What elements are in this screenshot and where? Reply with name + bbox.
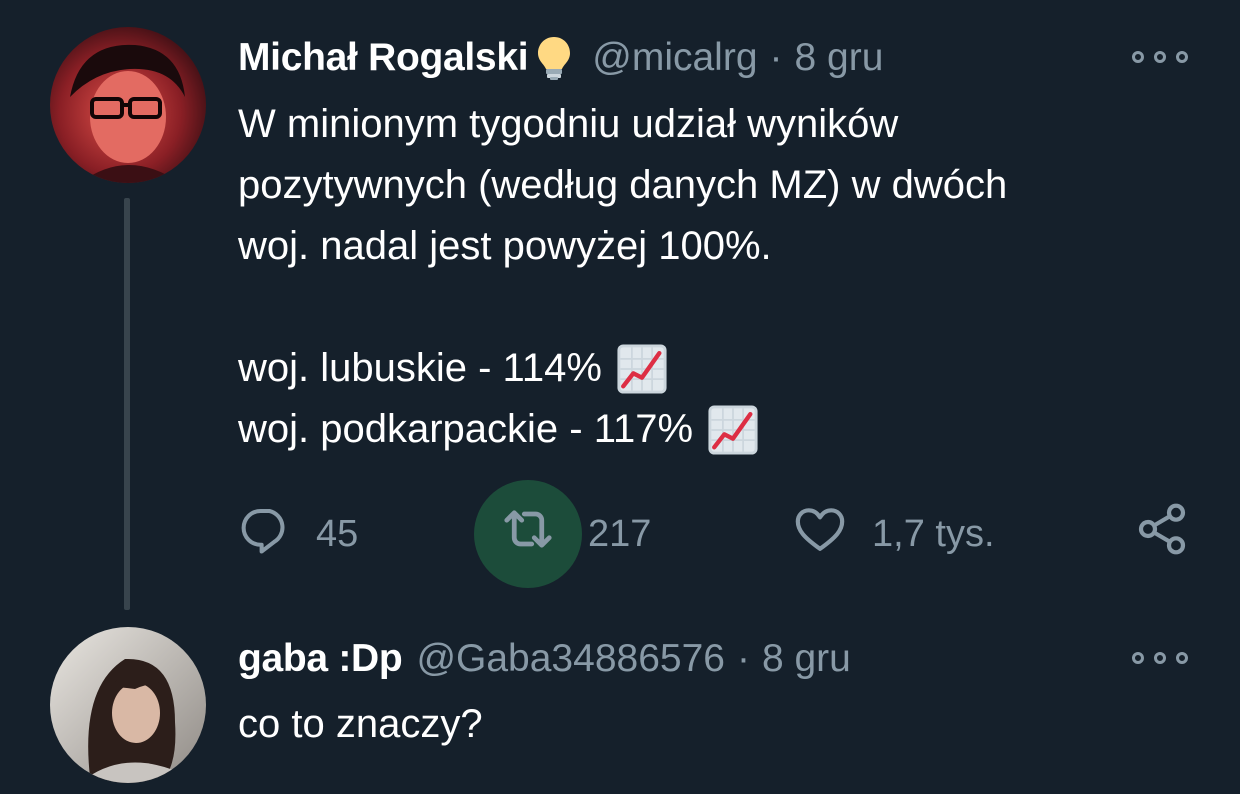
chart-increasing-icon	[616, 343, 668, 395]
tweet-text-line: woj. nadal jest powyżej 100%.	[238, 224, 772, 268]
retweet-icon	[498, 499, 558, 569]
avatar-michal-rogalski[interactable]	[50, 27, 206, 183]
separator-dot: ·	[769, 36, 783, 79]
thread-connector-line	[124, 198, 130, 610]
tweet-header: Michał Rogalski @micalrg · 8 gru	[238, 30, 883, 86]
tweet-header: gaba :Dp @Gaba34886576 · 8 gru	[238, 631, 851, 687]
tweet-body: co to znaczy?	[238, 694, 483, 755]
separator-dot: ·	[736, 637, 750, 680]
chart-increasing-icon	[707, 404, 759, 456]
retweet-highlight	[474, 480, 582, 588]
tweet-date[interactable]: 8 gru	[795, 36, 884, 80]
tweet-text-line: woj. podkarpackie - 117%	[238, 399, 1007, 460]
tweet-body: W minionym tygodniu udział wyników pozyt…	[238, 94, 1007, 460]
retweet-button[interactable]: 217	[474, 478, 651, 590]
more-options-button[interactable]	[1132, 648, 1188, 668]
share-button[interactable]	[1134, 478, 1190, 590]
lightbulb-icon	[536, 35, 572, 81]
tweet-actions-bar: 45 217 1,7 tys.	[238, 478, 1188, 590]
tweet-date[interactable]: 8 gru	[762, 637, 851, 681]
reply-count: 45	[316, 512, 359, 555]
author-handle[interactable]: @Gaba34886576	[416, 637, 725, 681]
heart-icon	[792, 501, 848, 567]
author-name[interactable]: Michał Rogalski	[238, 36, 529, 80]
reply-icon	[238, 502, 292, 566]
like-button[interactable]: 1,7 tys.	[792, 478, 995, 590]
author-handle[interactable]: @micalrg	[592, 36, 757, 80]
tweet-text-line: woj. lubuskie - 114%	[238, 338, 1007, 399]
tweet-text-line: pozytywnych (według danych MZ) w dwóch	[238, 163, 1008, 207]
retweet-count: 217	[588, 512, 652, 555]
avatar-gaba[interactable]	[50, 627, 206, 783]
author-name[interactable]: gaba :Dp	[238, 637, 403, 681]
tweet-text-blank-line	[238, 277, 1007, 338]
tweet-text-line: W minionym tygodniu udział wyników	[238, 102, 899, 146]
like-count: 1,7 tys.	[872, 512, 995, 555]
more-options-button[interactable]	[1132, 47, 1188, 67]
share-icon	[1134, 501, 1190, 567]
tweet-text-line: co to znaczy?	[238, 702, 483, 746]
reply-button[interactable]: 45	[238, 478, 358, 590]
